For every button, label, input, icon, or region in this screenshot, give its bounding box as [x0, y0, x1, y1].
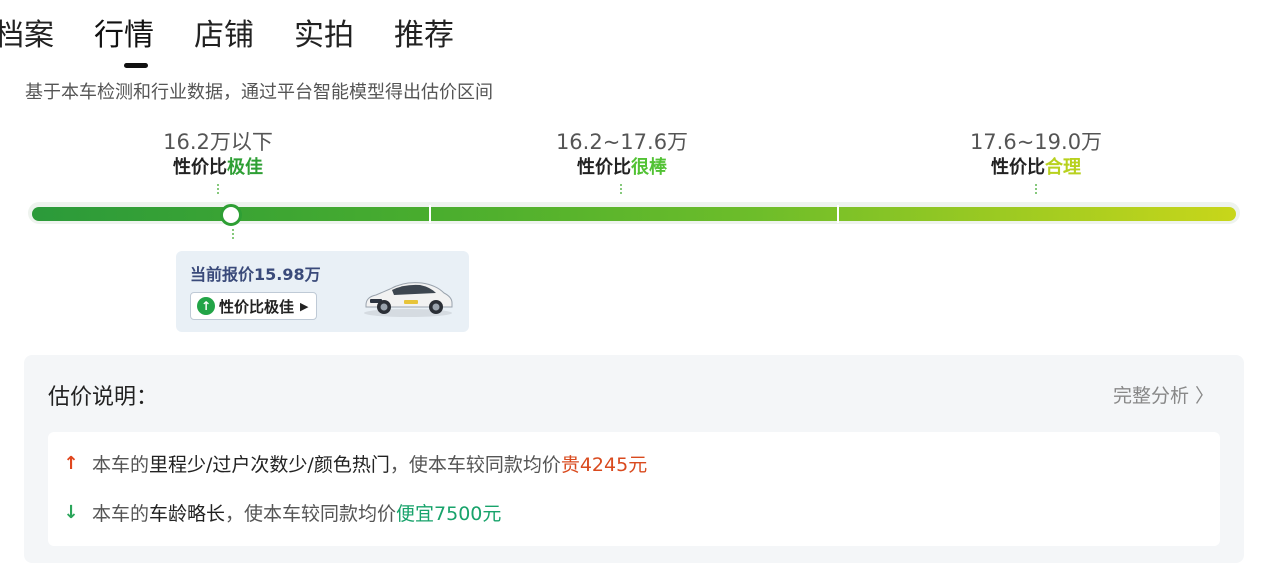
value-rating-text: 性价比极佳 [219, 297, 295, 316]
current-price-marker[interactable] [220, 204, 242, 226]
arrow-up-icon: ↑ [63, 453, 79, 474]
bar-divider [837, 205, 839, 223]
tab-archive[interactable]: 档案 [0, 14, 54, 58]
marker-connector-dots [232, 229, 234, 241]
tier-connector-dots [1035, 184, 1037, 194]
full-analysis-link[interactable]: 完整分析 〉 [1113, 381, 1214, 408]
valuation-explanation-panel: 估价说明： 完整分析 〉 ↑ 本车的 里程少/过户次数少/颜色热门 ，使本车较同款均… [24, 355, 1244, 563]
tier-reasonable: 17.6~19.0万 性价比合理 [916, 128, 1156, 180]
price-diff-value: 贵4245元 [560, 454, 648, 476]
valuation-subtitle: 基于本车检测和行业数据，通过平台智能模型得出估价区间 [25, 82, 493, 103]
tab-recommend[interactable]: 推荐 [394, 14, 454, 58]
tab-store[interactable]: 店铺 [194, 14, 254, 58]
tier-great: 16.2~17.6万 性价比很棒 [502, 128, 742, 180]
arrow-down-icon: ↓ [63, 502, 79, 523]
current-price-card[interactable]: 当前报价15.98万 ↑ 性价比极佳 ▶ [176, 251, 469, 332]
value-rating-tag[interactable]: ↑ 性价比极佳 ▶ [190, 292, 318, 320]
price-diff-value: 便宜7500元 [396, 503, 502, 525]
tab-photos[interactable]: 实拍 [294, 14, 354, 58]
bar-divider [429, 205, 431, 223]
car-thumbnail-image [364, 282, 453, 317]
tier-excellent: 16.2万以下 性价比极佳 [98, 128, 338, 180]
tier-price: 17.6~19.0万 [969, 130, 1103, 154]
current-price-label: 当前报价15.98万 [190, 265, 321, 284]
tab-bar: 档案 行情 店铺 实拍 推荐 [0, 14, 494, 68]
tier-label: 性价比极佳 [173, 157, 263, 178]
tab-market[interactable]: 行情 [94, 14, 154, 68]
play-arrow-icon: ▶ [300, 299, 309, 313]
tier-label: 性价比很棒 [577, 157, 667, 178]
tier-connector-dots [620, 184, 622, 194]
list-item: ↑ 本车的 里程少/过户次数少/颜色热门 ，使本车较同款均价 贵4245元 [62, 450, 647, 477]
tier-price: 16.2~17.6万 [555, 130, 689, 154]
arrow-up-circle-icon: ↑ [197, 297, 215, 315]
price-range-bar [32, 207, 1236, 221]
tier-connector-dots [217, 184, 219, 194]
tier-price: 16.2万以下 [163, 130, 273, 154]
reason-list: ↑ 本车的 里程少/过户次数少/颜色热门 ，使本车较同款均价 贵4245元 ↓ 本车的… [48, 432, 1220, 546]
list-item: ↓ 本车的 车龄略长 ，使本车较同款均价 便宜7500元 [62, 499, 501, 526]
tier-label: 性价比合理 [991, 157, 1081, 178]
panel-title: 估价说明： [48, 385, 159, 410]
